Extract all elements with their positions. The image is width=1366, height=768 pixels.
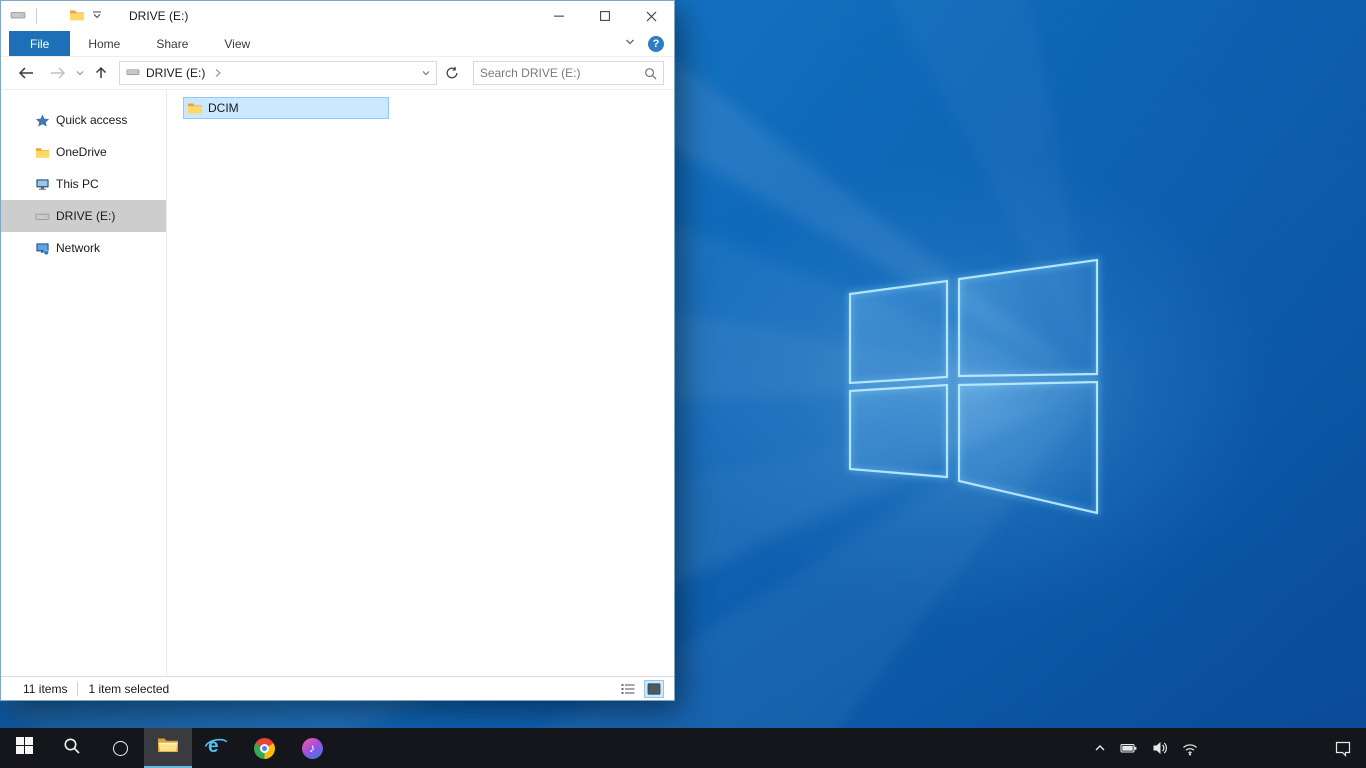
up-button[interactable] (93, 65, 109, 81)
tab-file[interactable]: File (9, 31, 71, 56)
sidebar-item-onedrive[interactable]: OneDrive (1, 136, 166, 168)
caption-buttons (536, 1, 674, 31)
titlebar[interactable]: DRIVE (E:) (1, 1, 674, 31)
qat-separator (36, 8, 37, 24)
network-wifi-icon[interactable] (1182, 741, 1198, 756)
sidebar-item-quick-access[interactable]: Quick access (1, 104, 166, 136)
sidebar-item-this-pc[interactable]: This PC (1, 168, 166, 200)
action-center-icon[interactable] (1334, 740, 1352, 757)
sidebar-item-label: DRIVE (E:) (56, 209, 116, 223)
sidebar-item-label: This PC (56, 177, 99, 191)
large-icons-view-button[interactable] (644, 679, 664, 698)
cortana-button[interactable] (96, 728, 144, 768)
file-list-pane[interactable]: DCIM (166, 90, 674, 676)
selection-count: 1 item selected (88, 681, 170, 696)
folder-icon (34, 145, 50, 160)
itunes-button[interactable]: ♪ (288, 728, 336, 768)
internet-explorer-button[interactable]: e (192, 728, 240, 768)
qat-customize-chevron-icon[interactable] (91, 9, 103, 24)
itunes-icon: ♪ (301, 737, 323, 759)
tab-view[interactable]: View (206, 31, 268, 56)
recent-locations-chevron-icon[interactable] (75, 68, 85, 78)
navigation-pane: Quick access OneDrive This PC DRIVE (E:)… (1, 90, 166, 676)
file-explorer-icon (157, 736, 179, 759)
battery-icon[interactable] (1120, 741, 1138, 756)
taskbar: e ♪ (0, 728, 1366, 768)
file-explorer-window: DRIVE (E:) File Home Share View ? DRIVE … (0, 0, 675, 701)
tab-home[interactable]: Home (70, 31, 138, 56)
breadcrumb-chevron-icon[interactable] (214, 68, 222, 78)
cortana-icon (112, 740, 128, 756)
tab-share[interactable]: Share (138, 31, 206, 56)
details-view-button[interactable] (618, 680, 638, 698)
internet-explorer-icon: e (204, 734, 228, 763)
window-title: DRIVE (E:) (129, 9, 189, 23)
forward-button[interactable] (49, 65, 67, 81)
refresh-button[interactable] (445, 66, 459, 80)
sidebar-item-label: Quick access (56, 113, 128, 127)
sidebar-item-label: Network (56, 241, 101, 255)
folder-icon (187, 100, 203, 116)
qat-folder-icon[interactable] (69, 7, 85, 26)
star-icon (34, 113, 50, 128)
search-icon[interactable] (644, 67, 657, 80)
chrome-icon (253, 737, 275, 759)
network-icon (34, 241, 50, 256)
status-bar: 11 items 1 item selected (1, 676, 674, 700)
system-tray (1094, 728, 1366, 768)
taskbar-file-explorer-button[interactable] (144, 728, 192, 768)
help-icon[interactable]: ? (648, 35, 664, 52)
windows-logo-icon (15, 737, 33, 759)
taskbar-search-button[interactable] (48, 728, 96, 768)
back-button[interactable] (17, 65, 35, 81)
ribbon-tab-strip: File Home Share View ? (1, 31, 674, 57)
hidden-icons-chevron-icon[interactable] (1094, 743, 1106, 753)
search-icon (63, 737, 81, 760)
start-button[interactable] (0, 728, 48, 768)
quick-access-toolbar (10, 7, 103, 26)
address-drive-icon (126, 65, 140, 82)
address-dropdown-chevron-icon[interactable] (421, 68, 431, 78)
maximize-button[interactable] (582, 1, 628, 31)
pc-icon (34, 177, 50, 192)
search-input[interactable] (473, 66, 644, 80)
sidebar-item-network[interactable]: Network (1, 232, 166, 264)
status-separator (77, 681, 79, 696)
navigation-bar: DRIVE (E:) (1, 57, 674, 90)
sidebar-item-drive-e[interactable]: DRIVE (E:) (1, 200, 166, 232)
minimize-button[interactable] (536, 1, 582, 31)
desktop: DRIVE (E:) File Home Share View ? DRIVE … (0, 0, 1366, 768)
volume-icon[interactable] (1152, 740, 1168, 756)
file-name: DCIM (208, 101, 239, 115)
expand-ribbon-chevron-icon[interactable] (624, 36, 636, 51)
close-button[interactable] (628, 1, 674, 31)
sidebar-item-label: OneDrive (56, 145, 107, 159)
file-item-dcim[interactable]: DCIM (183, 97, 389, 119)
items-count: 11 items (23, 681, 68, 696)
address-bar[interactable]: DRIVE (E:) (119, 61, 437, 85)
window-drive-icon (10, 7, 26, 26)
chrome-button[interactable] (240, 728, 288, 768)
address-segment[interactable]: DRIVE (E:) (146, 66, 205, 80)
drive-icon (34, 209, 50, 224)
search-box (472, 61, 664, 85)
